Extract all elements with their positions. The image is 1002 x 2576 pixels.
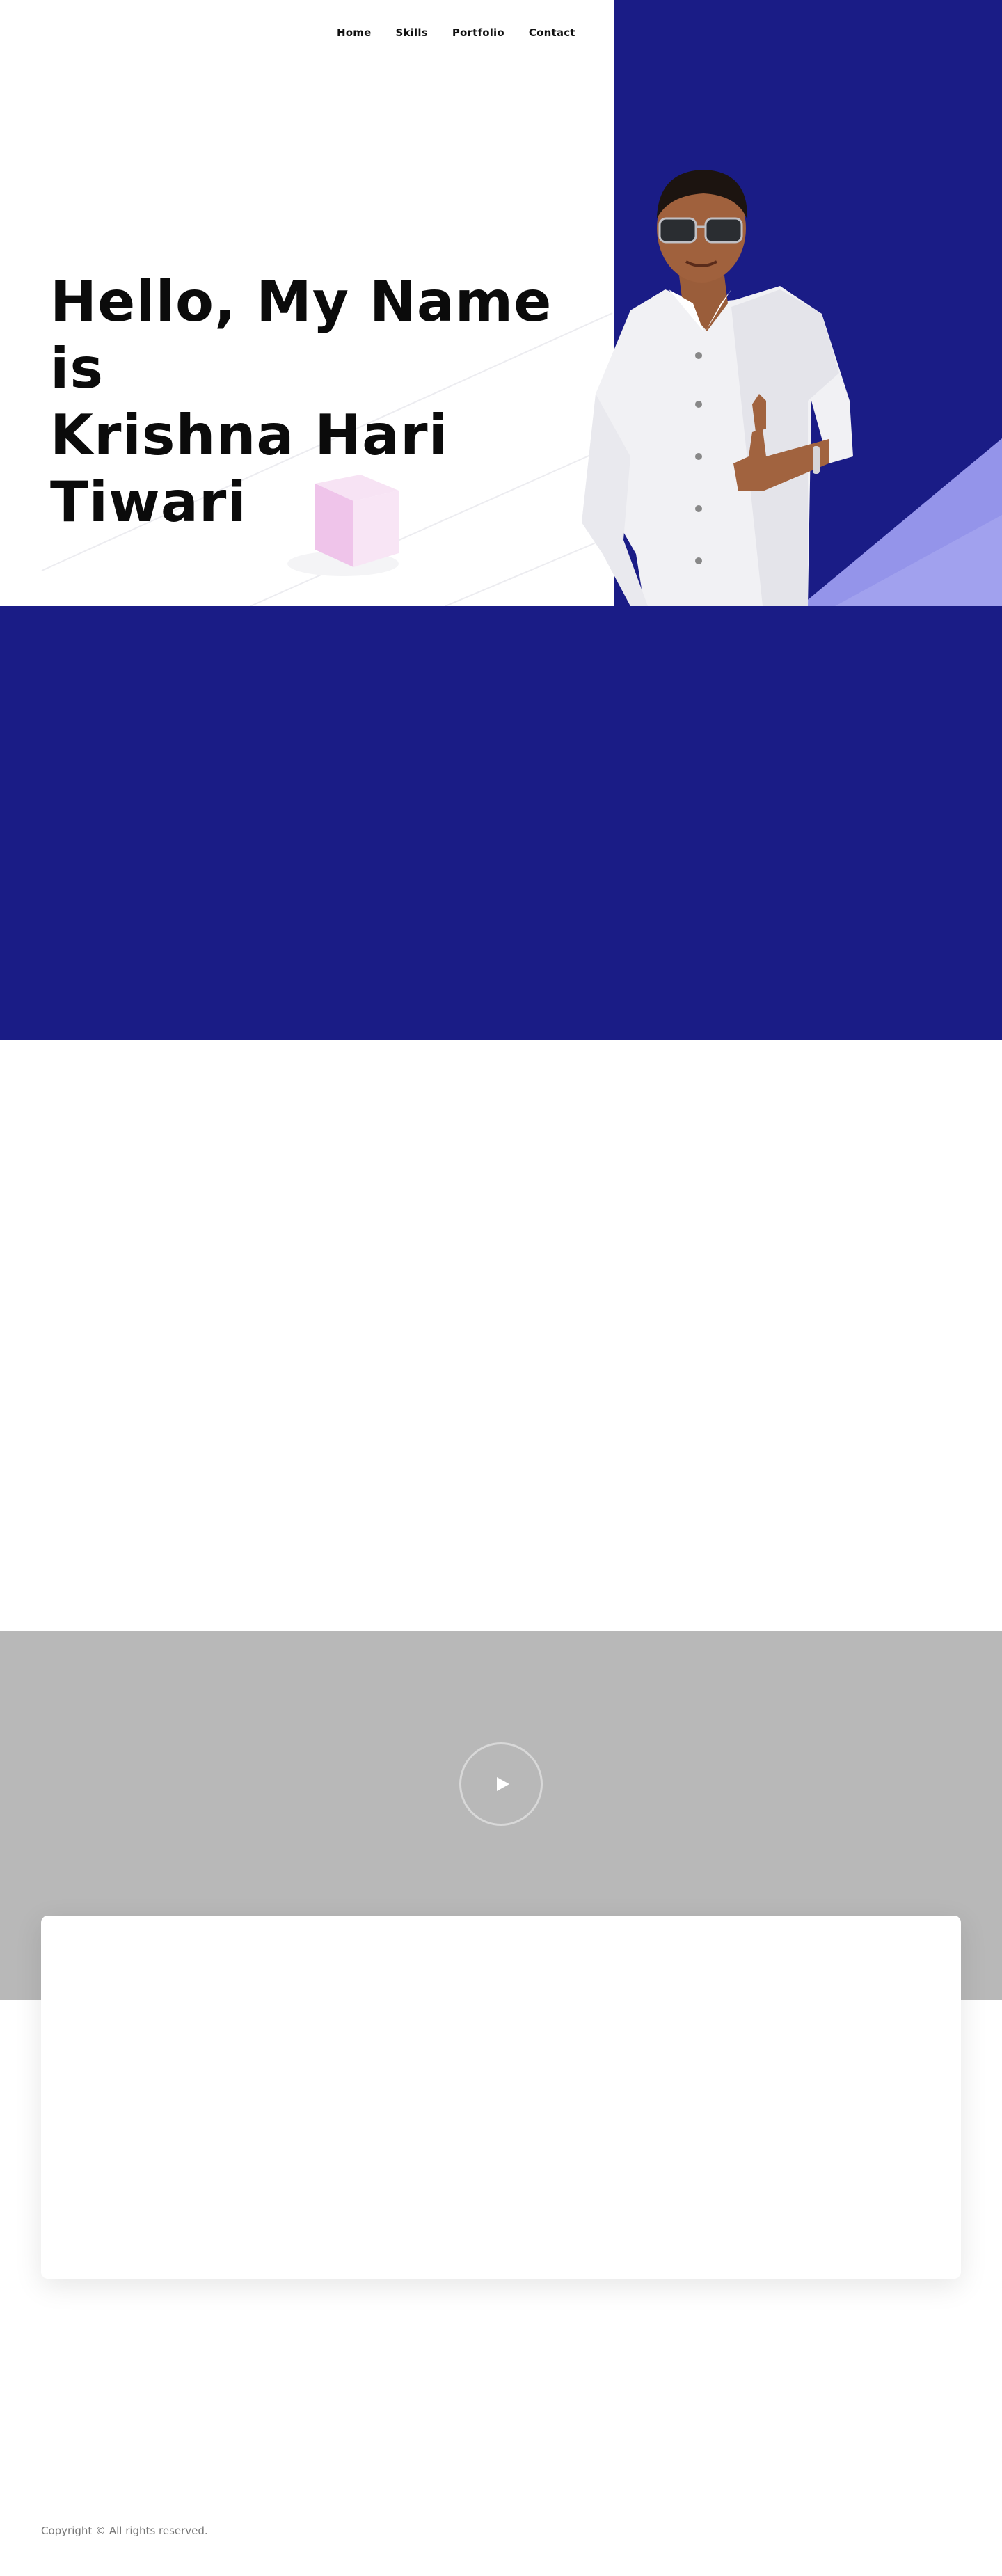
- main-nav: Home Skills Portfolio Contact: [337, 26, 600, 39]
- content-card: [41, 1916, 961, 2279]
- nav-contact[interactable]: Contact: [529, 26, 575, 39]
- profile-photo: [582, 170, 853, 606]
- blue-section: [0, 606, 1002, 1040]
- white-section: [0, 1040, 1002, 1631]
- footer-copyright: Copyright © All rights reserved.: [41, 2525, 208, 2537]
- nav-skills[interactable]: Skills: [395, 26, 427, 39]
- nav-home[interactable]: Home: [337, 26, 371, 39]
- decorative-cube: [287, 475, 399, 576]
- hero-section: Home Skills Portfolio Contact Hello, My …: [0, 0, 1002, 606]
- nav-portfolio[interactable]: Portfolio: [452, 26, 504, 39]
- play-button[interactable]: [459, 1742, 543, 1826]
- hero-title-line-1: Hello, My Name is: [50, 269, 552, 401]
- play-icon: [497, 1777, 509, 1791]
- hero-title-line-3: Tiwari: [50, 470, 247, 534]
